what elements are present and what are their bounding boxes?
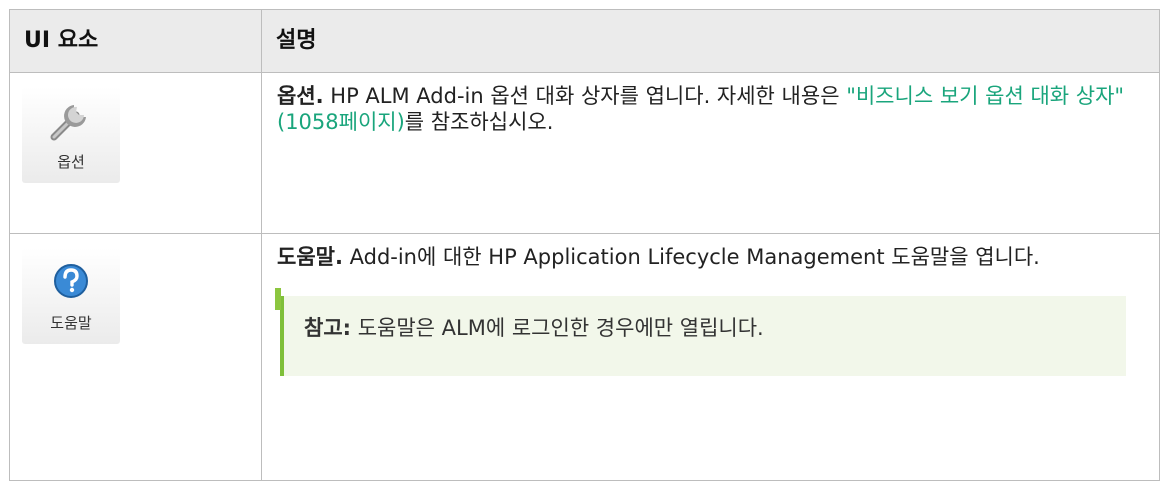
- description-cell: 옵션. HP ALM Add-in 옵션 대화 상자를 엽니다. 자세한 내용은…: [261, 72, 1160, 234]
- help-description: 도움말. Add-in에 대한 HP Application Lifecycle…: [262, 234, 1159, 270]
- header-description: 설명: [261, 9, 1160, 73]
- note-label: 참고:: [304, 316, 352, 340]
- options-description: 옵션. HP ALM Add-in 옵션 대화 상자를 엽니다. 자세한 내용은…: [262, 73, 1159, 135]
- options-title: 옵션.: [277, 84, 324, 108]
- help-toolbar-button[interactable]: 도움말: [22, 248, 120, 344]
- ui-element-cell: 도움말: [9, 233, 262, 481]
- help-title: 도움말.: [277, 245, 343, 269]
- help-text: Add-in에 대한 HP Application Lifecycle Mana…: [342, 245, 1040, 269]
- note-box: 참고: 도움말은 ALM에 로그인한 경우에만 열립니다.: [275, 288, 1126, 376]
- header-ui-element: UI 요소: [9, 9, 262, 73]
- ui-element-cell: 옵션: [9, 72, 262, 234]
- table-row-help: 도움말 도움말. Add-in에 대한 HP Application Lifec…: [9, 233, 1160, 481]
- description-cell: 도움말. Add-in에 대한 HP Application Lifecycle…: [261, 233, 1160, 481]
- options-text: HP ALM Add-in 옵션 대화 상자를 엽니다. 자세한 내용은: [323, 84, 847, 108]
- help-icon-label: 도움말: [50, 314, 92, 332]
- wrench-icon: [50, 105, 86, 141]
- options-toolbar-button[interactable]: 옵션: [22, 87, 120, 183]
- table-row-options: 옵션 옵션. HP ALM Add-in 옵션 대화 상자를 엽니다. 자세한 …: [9, 72, 1160, 234]
- options-text-after: 를 참조하십시오.: [404, 110, 554, 134]
- table-header-row: UI 요소 설명: [9, 9, 1160, 73]
- options-icon-label: 옵션: [57, 153, 85, 171]
- help-icon: [54, 264, 88, 298]
- note-text: 참고: 도움말은 ALM에 로그인한 경우에만 열립니다.: [284, 296, 1126, 342]
- ui-elements-table: UI 요소 설명 옵션 옵션. HP ALM Add-in 옵션 대화 상자를 …: [9, 9, 1160, 481]
- note-marker: [275, 288, 281, 310]
- note-body: 도움말은 ALM에 로그인한 경우에만 열립니다.: [351, 316, 764, 340]
